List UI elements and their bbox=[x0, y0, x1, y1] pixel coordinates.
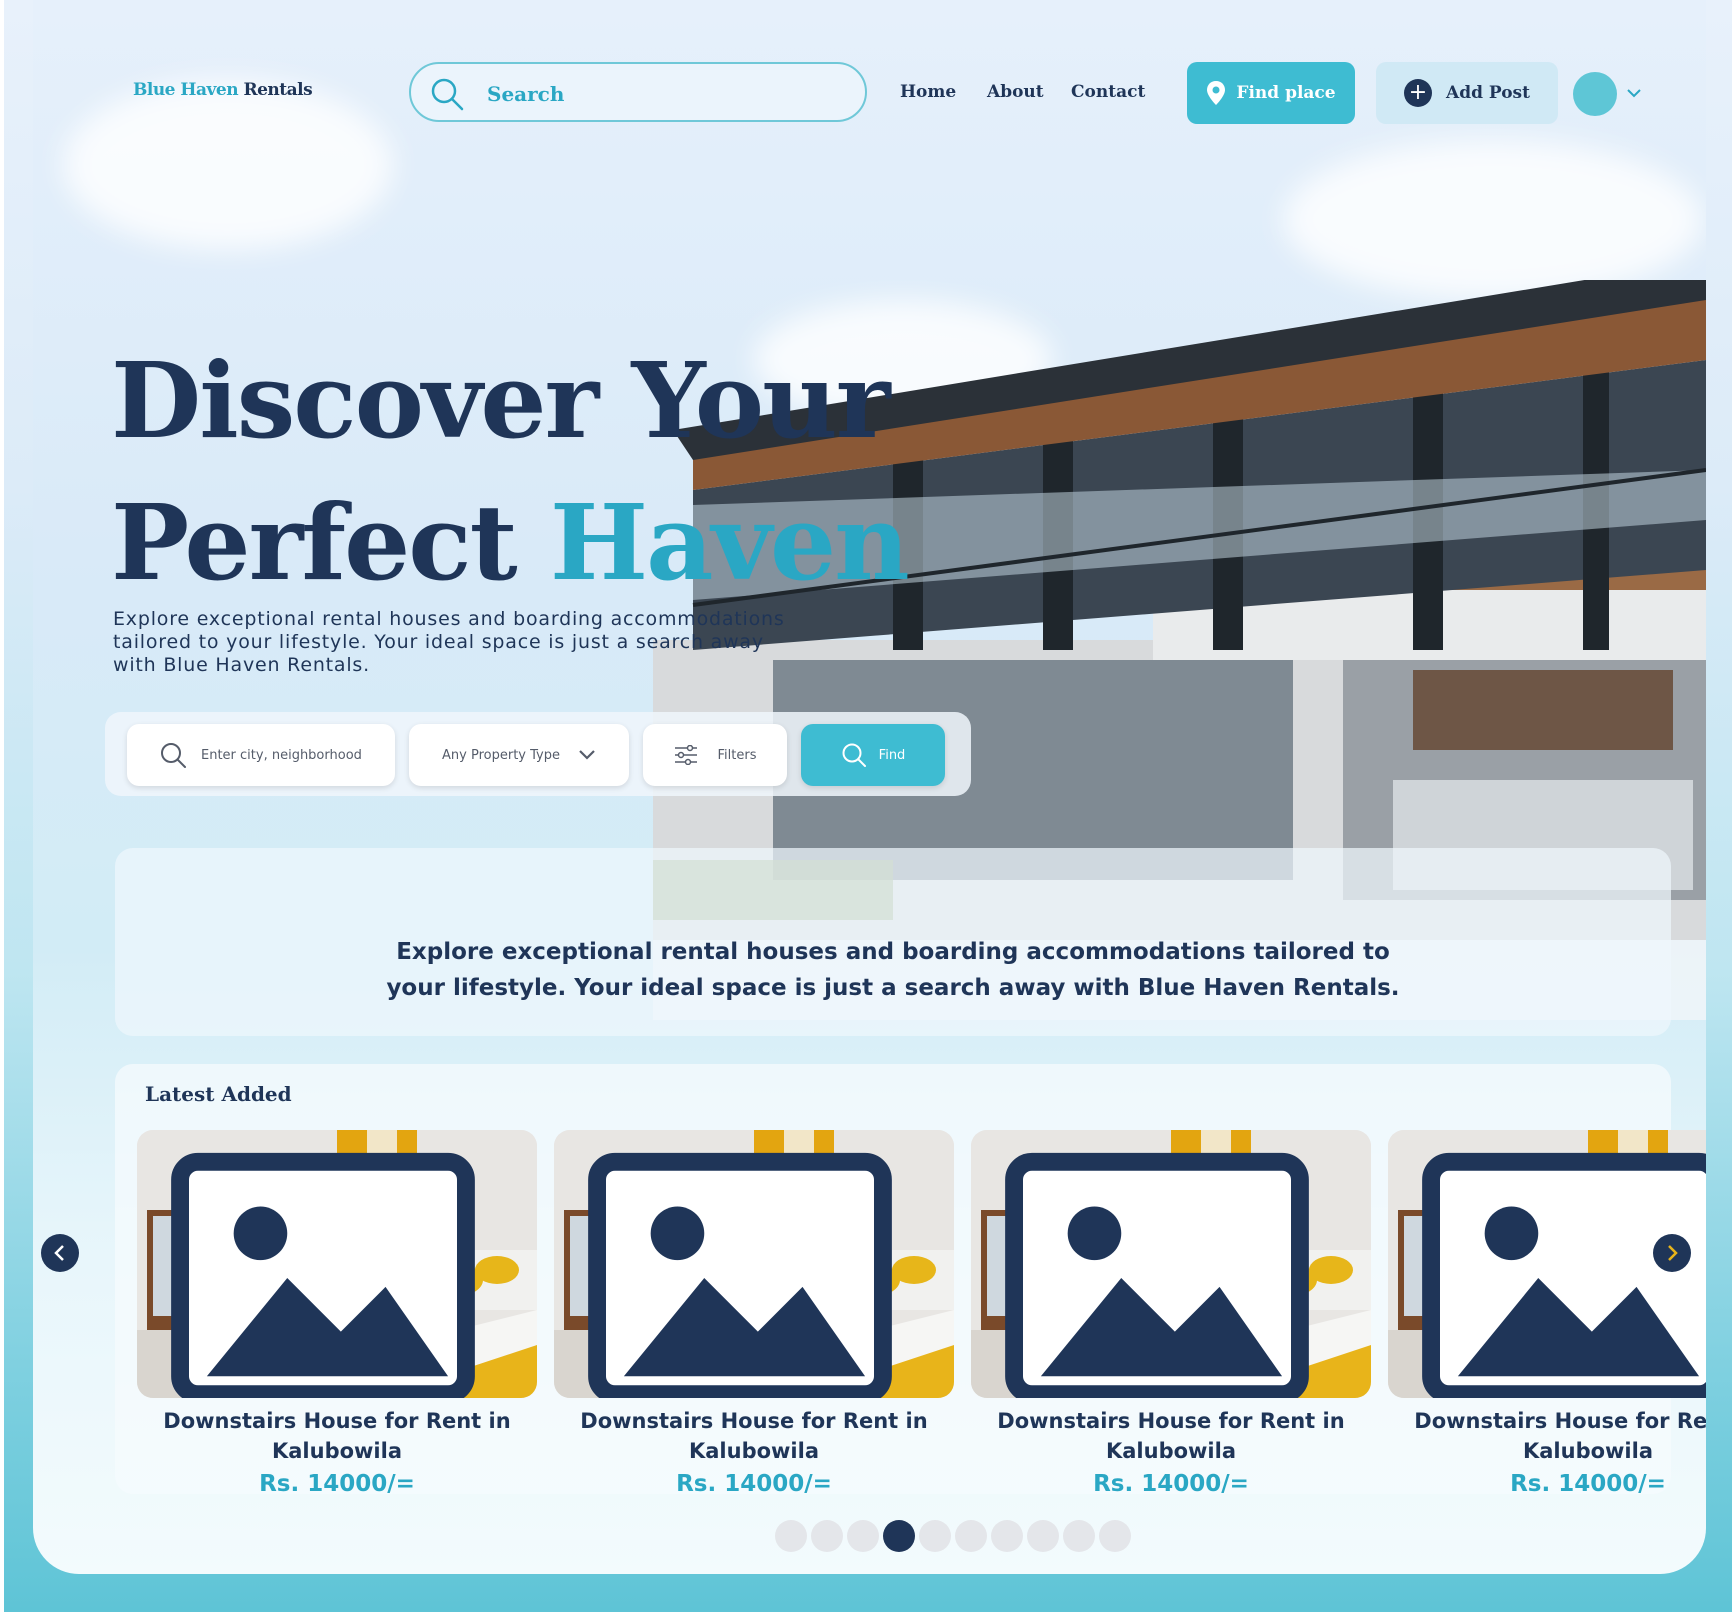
listing-image[interactable] bbox=[971, 1130, 1371, 1398]
location-pin-icon bbox=[1207, 81, 1226, 105]
brand-name-part2: Rentals bbox=[243, 80, 313, 100]
filters-label: Filters bbox=[717, 747, 757, 763]
find-place-button[interactable]: Find place bbox=[1187, 62, 1355, 124]
carousel-next-button[interactable] bbox=[1653, 1234, 1691, 1272]
pagination-dot[interactable] bbox=[847, 1520, 879, 1552]
pagination-dot[interactable] bbox=[1027, 1520, 1059, 1552]
listing-price: Rs. 14000/= bbox=[259, 1471, 415, 1497]
filters-button[interactable]: Filters bbox=[643, 724, 787, 786]
chevron-right-icon bbox=[1668, 1245, 1678, 1261]
brand-name-part1: Blue Haven bbox=[133, 80, 239, 100]
info-band-text: Explore exceptional rental houses and bo… bbox=[386, 939, 1400, 1001]
property-type-select[interactable]: Any Property Type bbox=[409, 724, 629, 786]
listing-title[interactable]: Downstairs House for Rent in Kalubowila bbox=[1388, 1406, 1706, 1466]
listing-price: Rs. 14000/= bbox=[1510, 1471, 1666, 1497]
listing-price: Rs. 14000/= bbox=[676, 1471, 832, 1497]
city-search-field[interactable]: Enter city, neighborhood bbox=[127, 724, 395, 786]
carousel-pagination bbox=[775, 1520, 1131, 1552]
search-icon bbox=[842, 743, 866, 767]
chevron-down-icon[interactable] bbox=[1625, 84, 1643, 102]
page-canvas: Blue Haven Rentals Home About Contact Fi… bbox=[33, 0, 1706, 1574]
listing-image[interactable] bbox=[137, 1130, 537, 1398]
header-search[interactable] bbox=[409, 62, 867, 122]
pagination-dot[interactable] bbox=[775, 1520, 807, 1552]
city-search-placeholder: Enter city, neighborhood bbox=[201, 747, 362, 763]
add-post-button[interactable]: + Add Post bbox=[1376, 62, 1558, 124]
brand-logo[interactable]: Blue Haven Rentals bbox=[133, 80, 313, 100]
chevron-down-icon bbox=[579, 750, 595, 760]
plus-icon: + bbox=[1404, 79, 1432, 107]
cloud-decoration bbox=[63, 80, 393, 250]
pagination-dot[interactable] bbox=[1063, 1520, 1095, 1552]
listing-image[interactable] bbox=[554, 1130, 954, 1398]
carousel-prev-button[interactable] bbox=[41, 1234, 79, 1272]
cloud-decoration bbox=[1283, 140, 1703, 300]
chevron-left-icon bbox=[54, 1245, 64, 1261]
search-icon bbox=[161, 743, 186, 768]
hero-title-line2: Perfect bbox=[111, 481, 518, 604]
pagination-dot[interactable] bbox=[955, 1520, 987, 1552]
pagination-dot[interactable] bbox=[811, 1520, 843, 1552]
listing-title[interactable]: Downstairs House for Rent in Kalubowila bbox=[971, 1406, 1371, 1466]
gallery-icon[interactable] bbox=[137, 1144, 523, 1398]
listing-title[interactable]: Downstairs House for Rent in Kalubowila bbox=[137, 1406, 537, 1466]
gallery-icon[interactable] bbox=[1388, 1144, 1706, 1398]
latest-title: Latest Added bbox=[145, 1082, 292, 1106]
property-finder: Enter city, neighborhood Any Property Ty… bbox=[105, 712, 971, 796]
listing-title[interactable]: Downstairs House for Rent in Kalubowila bbox=[554, 1406, 954, 1466]
sliders-icon bbox=[674, 745, 697, 765]
gallery-icon[interactable] bbox=[554, 1144, 940, 1398]
find-button[interactable]: Find bbox=[801, 724, 945, 786]
nav-home[interactable]: Home bbox=[900, 82, 956, 102]
pagination-dot[interactable] bbox=[883, 1520, 915, 1552]
page-frame: Blue Haven Rentals Home About Contact Fi… bbox=[4, 0, 1732, 1612]
pagination-dot[interactable] bbox=[1099, 1520, 1131, 1552]
listing-card[interactable]: Downstairs House for Rent in Kalubowila R… bbox=[554, 1130, 954, 1502]
hero-title-line1: Discover Your bbox=[111, 339, 891, 462]
hero-title-accent: Haven bbox=[549, 481, 910, 604]
search-icon bbox=[431, 78, 464, 111]
nav-about[interactable]: About bbox=[987, 82, 1044, 102]
find-place-label: Find place bbox=[1236, 83, 1336, 103]
gallery-icon[interactable] bbox=[971, 1144, 1357, 1398]
listing-card[interactable]: Downstairs House for Rent in Kalubowila R… bbox=[971, 1130, 1371, 1502]
nav-contact[interactable]: Contact bbox=[1071, 82, 1145, 102]
hero-subtitle: Explore exceptional rental houses and bo… bbox=[113, 608, 785, 676]
pagination-dot[interactable] bbox=[991, 1520, 1023, 1552]
find-label: Find bbox=[878, 747, 906, 763]
listing-price: Rs. 14000/= bbox=[1093, 1471, 1249, 1497]
listing-card[interactable]: Downstairs House for Rent in Kalubowila R… bbox=[137, 1130, 537, 1502]
info-band: Explore exceptional rental houses and bo… bbox=[115, 848, 1671, 1036]
user-avatar[interactable] bbox=[1573, 72, 1617, 116]
header-search-input[interactable] bbox=[485, 78, 849, 110]
add-post-label: Add Post bbox=[1446, 83, 1530, 103]
property-type-value: Any Property Type bbox=[442, 747, 560, 763]
pagination-dot[interactable] bbox=[919, 1520, 951, 1552]
hero-title: Discover Your Perfect Haven bbox=[111, 330, 910, 614]
listing-card[interactable]: Downstairs House for Rent in Kalubowila R… bbox=[1388, 1130, 1706, 1502]
